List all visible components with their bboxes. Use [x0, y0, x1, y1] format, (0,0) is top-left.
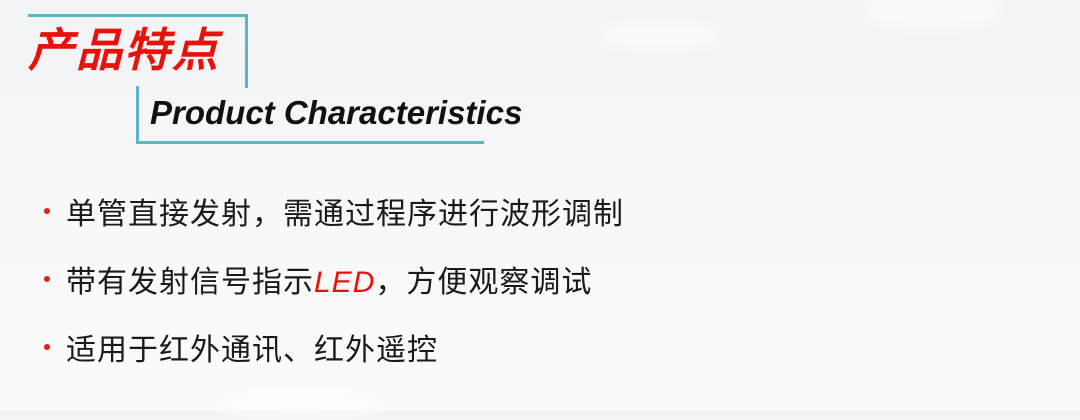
feature-text-post: ，方便观察调试 — [375, 265, 593, 300]
background-watermark — [600, 20, 720, 50]
background-watermark — [220, 390, 380, 420]
background-watermark — [860, 0, 1000, 30]
led-highlight: LED — [314, 266, 376, 299]
bullet-icon — [44, 344, 50, 350]
feature-text-pre: 带有发射信号指示 — [66, 265, 314, 300]
page-title: 产品特点 — [28, 23, 220, 77]
feature-text: 适用于红外通讯、红外遥控 — [66, 333, 438, 368]
list-item: 单管直接发射，需通过程序进行波形调制 — [40, 184, 624, 238]
list-item: 带有发射信号指示LED，方便观察调试 — [40, 252, 624, 306]
bullet-icon — [44, 208, 50, 214]
feature-list: 单管直接发射，需通过程序进行波形调制 带有发射信号指示LED，方便观察调试 适用… — [40, 184, 624, 388]
bullet-icon — [44, 276, 50, 282]
feature-text: 单管直接发射，需通过程序进行波形调制 — [66, 197, 624, 232]
slide: { "header": { "title_cn": "产品特点", "title… — [0, 0, 1080, 420]
list-item: 适用于红外通讯、红外遥控 — [40, 320, 624, 374]
feature-text: 带有发射信号指示LED，方便观察调试 — [66, 257, 592, 301]
page-subtitle: Product Characteristics — [150, 94, 523, 131]
